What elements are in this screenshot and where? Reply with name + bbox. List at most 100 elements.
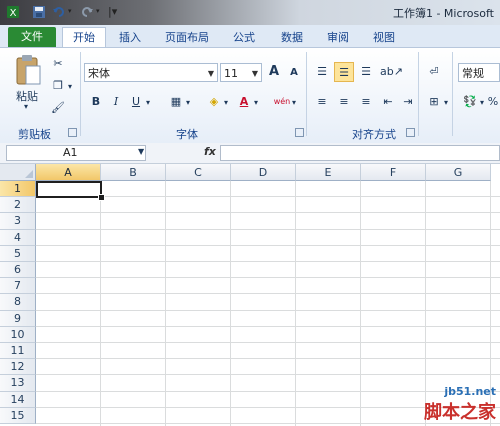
font-launcher-icon[interactable] (295, 128, 304, 137)
redo-dropdown-icon[interactable]: ▾ (96, 7, 100, 15)
row-header-5[interactable]: 5 (0, 245, 36, 262)
font-size-combo[interactable]: 11 ▼ (220, 63, 262, 82)
borders-dropdown-icon[interactable]: ▾ (186, 98, 190, 107)
align-top-icon[interactable]: ☰ (312, 62, 332, 82)
tab-view[interactable]: 视图 (364, 28, 404, 47)
align-center-icon[interactable]: ≡ (334, 92, 354, 112)
insert-function-button[interactable]: fx (204, 145, 216, 158)
gridline (230, 181, 231, 426)
alignment-launcher-icon[interactable] (406, 128, 415, 137)
row-header-4[interactable]: 4 (0, 229, 36, 246)
accounting-format-icon[interactable]: 💱 (460, 92, 480, 112)
phonetic-button[interactable]: wén (272, 92, 292, 112)
column-header-f[interactable]: F (361, 164, 426, 181)
tab-insert[interactable]: 插入 (110, 28, 150, 47)
increase-indent-icon[interactable]: ⇥ (398, 92, 418, 112)
redo-icon[interactable] (80, 5, 94, 19)
name-box-dropdown-icon[interactable]: ▼ (138, 147, 144, 156)
formula-input[interactable] (220, 145, 500, 161)
row-header-12[interactable]: 12 (0, 359, 36, 376)
save-icon[interactable] (32, 5, 46, 19)
gridline (36, 325, 500, 327)
excel-icon[interactable]: X (6, 5, 20, 19)
align-middle-icon[interactable]: ☰ (334, 62, 354, 82)
paste-dropdown-icon[interactable]: ▾ (24, 102, 28, 111)
accounting-dropdown-icon[interactable]: ▾ (480, 98, 484, 107)
row-header-6[interactable]: 6 (0, 262, 36, 279)
font-size-value: 11 (224, 67, 238, 80)
wrap-text-icon[interactable]: ⏎ (424, 62, 444, 82)
align-left-icon[interactable]: ≡ (312, 92, 332, 112)
undo-dropdown-icon[interactable]: ▾ (68, 7, 72, 15)
font-color-dropdown-icon[interactable]: ▾ (254, 98, 258, 107)
merge-center-icon[interactable]: ⊞ (424, 92, 444, 112)
font-color-button[interactable]: A (234, 92, 254, 112)
tab-page-layout[interactable]: 页面布局 (158, 28, 216, 47)
column-header-e[interactable]: E (296, 164, 361, 181)
row-header-14[interactable]: 14 (0, 391, 36, 408)
align-bottom-icon[interactable]: ☰ (356, 62, 376, 82)
group-separator (418, 52, 419, 136)
group-separator (452, 52, 453, 136)
row-header-13[interactable]: 13 (0, 375, 36, 392)
row-header-7[interactable]: 7 (0, 278, 36, 295)
column-header-c[interactable]: C (166, 164, 231, 181)
orientation-icon[interactable]: ab↗ (380, 62, 403, 82)
column-header-a[interactable]: A (36, 164, 101, 181)
decrease-indent-icon[interactable]: ⇤ (378, 92, 398, 112)
format-painter-icon[interactable]: 🖌 (48, 98, 68, 118)
percent-style-icon[interactable]: % (486, 92, 500, 112)
number-format-combo[interactable]: 常规 (458, 63, 500, 82)
bold-button[interactable]: B (86, 92, 106, 112)
row-header-2[interactable]: 2 (0, 197, 36, 214)
underline-button[interactable]: U (126, 92, 146, 112)
underline-dropdown-icon[interactable]: ▾ (146, 98, 150, 107)
tab-file[interactable]: 文件 (8, 27, 56, 47)
copy-dropdown-icon[interactable]: ▾ (68, 82, 72, 91)
ribbon-tab-row: 文件 开始 插入 页面布局 公式 数据 审阅 视图 (0, 25, 500, 48)
grow-font-button[interactable]: A (264, 62, 284, 82)
name-box[interactable]: A1 (6, 145, 146, 161)
undo-icon[interactable] (52, 5, 66, 19)
row-header-8[interactable]: 8 (0, 294, 36, 311)
font-name-combo[interactable]: 宋体 ▼ (84, 63, 218, 82)
tab-data[interactable]: 数据 (272, 28, 312, 47)
tab-home[interactable]: 开始 (62, 27, 106, 48)
font-name-dropdown-icon[interactable]: ▼ (208, 64, 214, 83)
copy-icon[interactable]: ❐ (48, 76, 68, 96)
customize-icon[interactable]: |▾ (108, 5, 117, 18)
tab-review[interactable]: 审阅 (318, 28, 358, 47)
phonetic-dropdown-icon[interactable]: ▾ (292, 98, 296, 107)
font-name-value: 宋体 (88, 67, 110, 80)
row-header-10[interactable]: 10 (0, 326, 36, 343)
paste-icon[interactable] (14, 54, 42, 86)
row-header-9[interactable]: 9 (0, 310, 36, 327)
italic-button[interactable]: I (106, 92, 126, 112)
fill-color-dropdown-icon[interactable]: ▾ (224, 98, 228, 107)
align-right-icon[interactable]: ≡ (356, 92, 376, 112)
select-all-icon (25, 170, 33, 178)
tab-formulas[interactable]: 公式 (224, 28, 264, 47)
svg-text:X: X (10, 8, 17, 19)
gridline (36, 244, 500, 246)
fill-handle[interactable] (98, 194, 105, 201)
row-header-1[interactable]: 1 (0, 181, 36, 198)
gridline (295, 181, 296, 426)
row-header-15[interactable]: 15 (0, 407, 36, 424)
font-size-dropdown-icon[interactable]: ▼ (252, 64, 258, 83)
row-header-11[interactable]: 11 (0, 343, 36, 360)
gridline (36, 293, 500, 295)
row-header-3[interactable]: 3 (0, 213, 36, 230)
column-header-g[interactable]: G (426, 164, 491, 181)
active-cell[interactable] (36, 181, 102, 198)
fill-color-icon[interactable]: ◈ (204, 92, 224, 112)
merge-dropdown-icon[interactable]: ▾ (444, 98, 448, 107)
cut-icon[interactable]: ✂ (48, 54, 68, 74)
shrink-font-button[interactable]: A (284, 63, 304, 83)
gridline (36, 228, 500, 230)
clipboard-launcher-icon[interactable] (68, 128, 77, 137)
column-header-b[interactable]: B (101, 164, 166, 181)
select-all-button[interactable] (0, 164, 36, 181)
column-header-d[interactable]: D (231, 164, 296, 181)
borders-icon[interactable]: ▦ (166, 92, 186, 112)
